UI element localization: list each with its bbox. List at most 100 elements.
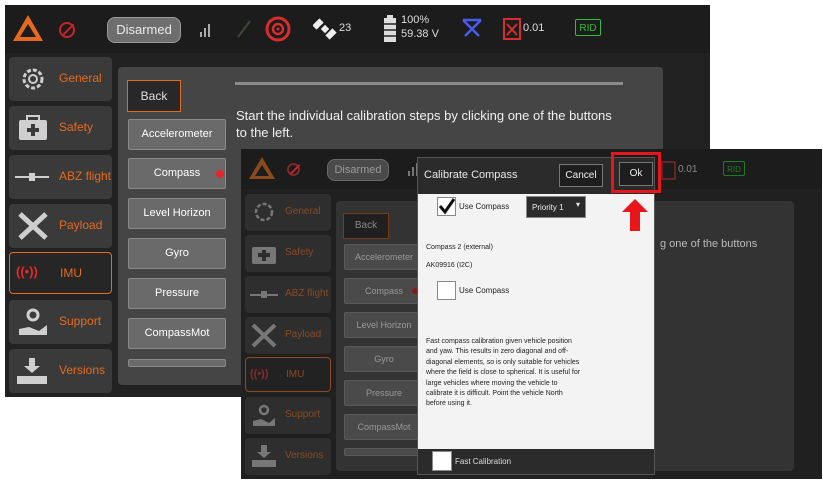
sidebar-item-general[interactable]: General (9, 57, 112, 101)
pressure-button[interactable]: Pressure (128, 278, 226, 309)
rid-badge[interactable]: RID (575, 19, 601, 36)
hdop-icon (661, 161, 676, 180)
divider (235, 82, 623, 85)
tools-icon (251, 323, 277, 348)
sidebar-item-label: Support (59, 314, 102, 328)
compassmot-button[interactable]: CompassMot (128, 318, 226, 349)
use-compass-2-label: Use Compass (459, 286, 510, 295)
no-entry-icon (287, 163, 300, 176)
satellite-icon (313, 18, 337, 40)
arm-status-button[interactable]: Disarmed (107, 17, 181, 43)
level-horizon-button[interactable]: Level Horizon (344, 312, 424, 338)
battery-icon (384, 15, 396, 42)
description-line: before using it. (426, 400, 472, 408)
hdop-value: 0.01 (678, 164, 698, 175)
back-button[interactable]: Back (127, 80, 181, 112)
chevron-down-icon: ▾ (576, 200, 581, 209)
back-button[interactable]: Back (343, 213, 389, 239)
sidebar-item-label: Versions (285, 450, 324, 461)
instruction-fragment: g one of the buttons (660, 238, 758, 250)
fast-calibration-row (418, 449, 654, 474)
imu-icon: ((•)) (250, 368, 269, 380)
battery-voltage: 59.38 V (401, 28, 439, 40)
next-button-partial[interactable] (344, 448, 424, 456)
sidebar-item-abz-flight[interactable]: ABZ flight (245, 276, 331, 313)
gyro-button[interactable]: Gyro (128, 238, 226, 269)
app-logo-icon[interactable] (249, 157, 275, 181)
sidebar-item-label: ABZ flight (285, 288, 329, 299)
fast-calibration-checkbox[interactable] (432, 451, 452, 471)
compass-button[interactable]: Compass (128, 158, 226, 189)
calibrate-compass-dialog: Calibrate Compass Cancel Use Compass Pri… (417, 157, 655, 475)
sidebar-item-label: IMU (60, 266, 82, 280)
fast-calibration-label: Fast Calibration (455, 457, 512, 466)
next-button-partial[interactable] (128, 359, 226, 367)
sidebar-item-support[interactable]: Support (245, 397, 331, 434)
use-compass-1-label: Use Compass (459, 202, 510, 211)
sidebar-item-abz-flight[interactable]: ABZ flight (9, 155, 112, 199)
gyro-button[interactable]: Gyro (344, 346, 424, 372)
front-screenshot: Disarmed 0.01 RID General Safety ABZ fli… (241, 149, 822, 479)
dialog-title: Calibrate Compass (424, 169, 518, 181)
use-compass-1-checkbox[interactable] (437, 197, 456, 216)
sidebar-item-safety[interactable]: Safety (245, 235, 331, 272)
pressure-button[interactable]: Pressure (344, 380, 424, 406)
no-entry-icon (59, 22, 75, 38)
sidebar-item-payload[interactable]: Payload (9, 204, 112, 248)
app-logo-icon[interactable] (13, 15, 43, 43)
description-line: and yaw. This results in zero diagonal a… (426, 348, 569, 356)
aircraft-icon (15, 173, 49, 181)
target-icon[interactable] (263, 14, 293, 44)
flight-mode-icon[interactable] (461, 17, 483, 39)
compassmot-button[interactable]: CompassMot (344, 414, 424, 440)
sidebar-item-general[interactable]: General (245, 194, 331, 231)
compass2-device: AK09916 (I2C) (426, 262, 473, 269)
sidebar-item-label: Safety (285, 247, 314, 258)
versions-icon (17, 358, 47, 384)
description-line: Fast compass calibration given vehicle p… (426, 338, 572, 345)
sidebar-item-label: General (285, 206, 321, 217)
checkmark-icon (438, 198, 455, 215)
battery-percent: 100% (401, 14, 430, 26)
sidebar-item-imu[interactable]: ((•)) IMU (245, 357, 331, 392)
compass2-heading: Compass 2 (external) (426, 244, 493, 251)
sidebar-item-label: Payload (59, 218, 103, 232)
sidebar-item-versions[interactable]: Versions (245, 438, 331, 475)
sidebar-item-safety[interactable]: Safety (9, 106, 112, 150)
sidebar-item-label: Safety (59, 120, 94, 134)
toolbar: Disarmed 23 100% 59.38 V 0.01 RID (5, 5, 710, 53)
accelerometer-button[interactable]: Accelerometer (344, 244, 424, 270)
hdop-icon (503, 18, 521, 40)
rid-badge[interactable]: RID (723, 161, 745, 176)
sidebar-item-label: IMU (286, 369, 305, 380)
support-icon (253, 404, 275, 426)
cancel-button[interactable]: Cancel (559, 164, 603, 187)
level-horizon-button[interactable]: Level Horizon (128, 198, 226, 229)
sidebar-item-versions[interactable]: Versions (9, 349, 112, 393)
first-aid-icon (19, 115, 47, 140)
priority-value: Priority 1 (532, 203, 564, 212)
sidebar-item-label: Support (285, 409, 321, 420)
signal-strength-icon (200, 24, 210, 37)
sidebar-item-label: Payload (285, 329, 322, 340)
sidebar-item-support[interactable]: Support (9, 300, 112, 344)
sidebar-item-label: ABZ flight (59, 169, 112, 183)
dialog-body: Use Compass Priority 1 ▾ Compass 2 (exte… (418, 194, 654, 474)
sidebar-item-payload[interactable]: Payload (245, 317, 331, 354)
gear-icon (254, 202, 274, 222)
sidebar-item-label: Versions (59, 363, 106, 377)
hdop-value: 0.01 (523, 22, 545, 34)
use-compass-2-checkbox[interactable] (437, 281, 456, 300)
description-line: diagonal elements, so is only suitable f… (426, 358, 580, 366)
sidebar-item-imu[interactable]: ((•)) IMU (9, 252, 112, 294)
compass-status-dot (216, 170, 224, 178)
arm-status-button[interactable]: Disarmed (327, 159, 389, 181)
rc-icon (237, 20, 251, 38)
description-line: large vehicles where moving the vehicle … (426, 379, 558, 387)
instruction-line-2: to the left. (236, 125, 294, 140)
first-aid-icon (252, 247, 276, 264)
description-line: calibrate it is difficult. Point the veh… (426, 390, 563, 398)
priority-dropdown[interactable]: Priority 1 ▾ (526, 196, 586, 218)
accelerometer-button[interactable]: Accelerometer (128, 119, 226, 150)
gear-icon (22, 68, 44, 90)
